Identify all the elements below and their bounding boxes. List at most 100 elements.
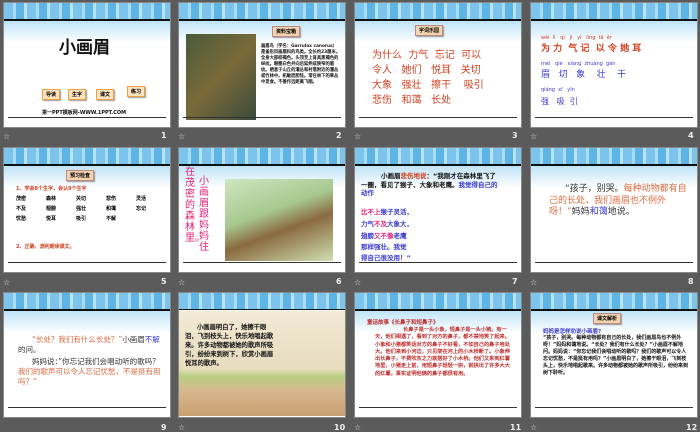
slide-thumbnail-10[interactable]: 小画眉明白了，她擦干眼泪，飞到枝头上，快乐地唱起歌来。许多动物都被她的歌声所吸引… <box>178 292 346 418</box>
slide-thumbnail-4[interactable]: wèi lì qì jì yǐ lìng tā ěr 为 力 气 记 以 令 她… <box>530 2 698 128</box>
word: 吸引 <box>76 216 87 222</box>
slide-thumbnail-12[interactable]: 课文解析 妈妈是怎样劝说小画眉? “孩子，别哭。每种动物都有自己的长处，我们画眉… <box>530 292 698 418</box>
slide-thumbnail-11[interactable]: 童话故事《长鼻子和短鼻子》 长鼻子是一头小象，短鼻子是一头小猪。有一天，他们相遇… <box>354 292 522 418</box>
text: 比不上 <box>361 208 381 216</box>
footer-line <box>359 262 517 263</box>
slide-header-band <box>4 148 170 164</box>
slide-tag: 字词乐园 <box>415 25 444 36</box>
slide-header-band <box>531 3 697 19</box>
text: 大象大， <box>387 220 413 228</box>
nav-button[interactable]: 生字 <box>68 89 87 100</box>
vertical-text: 在茂密的森林里。 <box>185 167 205 244</box>
word: 森林 <box>46 196 57 202</box>
slide-thumbnail-7[interactable]: 小画眉悲伤地说：“我刚才在森林里飞了一圈，看见了猴子、大象和老鹰。我觉得自己的动… <box>354 147 522 273</box>
paragraph: “孩子，别哭。每种动物都有自己的长处，我们画眉也不例外呀！”妈妈和蔼地说。 <box>549 184 689 219</box>
word: 灵活 <box>136 196 147 202</box>
slide-tag: 课文解析 <box>593 313 622 324</box>
slide-header-band <box>179 148 345 164</box>
slide-thumbnail-9[interactable]: “长处？我们有什么长处？”小画眉不解的问。 妈妈说：”你忘记我们会唱动听的歌吗？… <box>3 292 171 418</box>
slide-thumbnail-2[interactable]: 资料宝箱 画眉鸟（学名：Garrulax canorus）是雀形目画眉科的鸟类。… <box>178 2 346 128</box>
text: 翅膀 <box>361 232 374 240</box>
slide-thumbnail-3[interactable]: 字词乐园 为什么 力气 忘记 可以 令人 她们 悦耳 关切 大象 强壮 擦干 吸… <box>354 2 522 128</box>
word-grid: 茂密 森林 关切 悲伤 灵活 不及 翅膀 强壮 和蔼 忘记 忧愁 悦耳 吸引 不解 <box>16 195 166 222</box>
paragraph: 小画眉悲伤地说：“我刚才在森林里飞了一圈，看见了猴子、大象和老鹰。我觉得自己的动… <box>361 172 501 198</box>
slide-text: “孩子，别哭。每种动物都有自己的长处，我们画眉鸟也不例外呀！”妈妈和蔼地说。“长… <box>543 335 689 376</box>
slide-tag: 资料宝箱 <box>272 26 301 37</box>
text: 妈妈 <box>571 207 590 217</box>
slide-title: 小画眉 <box>59 38 110 58</box>
line: 翅膀又不像老鹰 <box>361 232 407 241</box>
slide-header-band <box>4 3 170 19</box>
slide-number: 8 <box>688 277 694 286</box>
word: 茂密 <box>16 196 27 202</box>
footer-line <box>535 117 693 118</box>
word: 忧愁 <box>16 216 27 222</box>
nav-button[interactable]: 练习 <box>127 86 146 97</box>
word-line: 大象 强壮 擦干 吸引 <box>372 80 484 91</box>
paragraph: “长处？我们有什么长处？”小画眉不解的问。 妈妈说：”你忘记我们会唱动听的歌吗？… <box>18 335 166 387</box>
slide-number: 2 <box>336 131 342 140</box>
slide-thumbnail-8[interactable]: “孩子，别哭。每种动物都有自己的长处，我们画眉也不例外呀！”妈妈和蔼地说。 <box>530 147 698 273</box>
slide-number: 4 <box>688 131 694 140</box>
hanzi-line: 眉 切 象 壮 干 <box>541 70 627 80</box>
slide-thumbnail-6[interactable]: 在茂密的森林里。 小画眉跟妈妈住 <box>178 147 346 273</box>
word: 翅膀 <box>46 206 57 212</box>
nav-button[interactable]: 课文 <box>96 89 115 100</box>
word: 和蔼 <box>106 206 117 212</box>
text: 地说。 <box>607 207 635 217</box>
slide-header-band <box>4 293 170 309</box>
nav-button[interactable]: 导读 <box>42 89 61 100</box>
hanzi-line: 强 吸 引 <box>541 97 578 106</box>
text: 小画眉 <box>381 172 401 180</box>
slide-tag: 预习检查 <box>66 170 95 181</box>
slide-text: 长鼻子是一头小象，短鼻子是一头小猪。有一天，他们相遇了，看到了对方的鼻子，都不禁… <box>375 327 510 377</box>
pinyin-line: qiáng xī yǐn <box>541 87 575 93</box>
star-icon[interactable]: ☆ <box>530 278 537 287</box>
footer-line <box>183 262 341 263</box>
footer-line <box>183 117 341 118</box>
star-icon[interactable]: ☆ <box>530 132 537 141</box>
slide-text: 画眉鸟（学名：Garrulax canorus）是雀形目画眉科的鸟类。全长约23… <box>261 44 341 85</box>
star-icon[interactable]: ☆ <box>354 132 361 141</box>
slide-text: 小画眉明白了，她擦干眼泪，飞到枝头上，快乐地唱起歌来。许多动物都被她的歌声所吸引… <box>185 324 274 367</box>
slide-number: 5 <box>161 277 167 286</box>
footer-line <box>535 407 693 408</box>
star-icon[interactable]: ☆ <box>178 132 185 141</box>
footer-line <box>359 407 517 408</box>
pinyin-line: wèi lì qì jì yǐ lìng tā ěr <box>541 35 612 41</box>
slide-header-band <box>355 3 521 19</box>
pinyin-line: méi qiè xiàng zhuàng gān <box>541 61 616 67</box>
text: “长处？我们有什么长处？” <box>32 335 123 344</box>
text: “孩子，别哭。 <box>565 184 624 194</box>
slide-thumbnail-1[interactable]: 小画眉 导读 生字 课文 练习 第一PPT模板网-WWW.1PPT.COM <box>3 2 171 128</box>
line: 比不上猴子灵活， <box>361 208 413 217</box>
footer-line <box>8 407 166 408</box>
birds-photo <box>225 179 333 261</box>
slide-number: 1 <box>161 131 167 140</box>
word: 悦耳 <box>46 216 57 222</box>
vertical-text: 小画眉跟妈妈住 <box>199 176 209 253</box>
slide-header-band <box>531 148 697 164</box>
question-2: 2、正确、流利朗读课文。 <box>16 244 75 250</box>
star-icon[interactable]: ☆ <box>3 278 10 287</box>
divider <box>179 309 345 310</box>
star-icon[interactable]: ☆ <box>3 132 10 141</box>
slide-header-band <box>179 3 345 19</box>
text: 悲伤地说 <box>400 172 427 180</box>
hanzi-line: 为 力 气 记 以 令 她 耳 <box>541 44 642 54</box>
text: 老鹰 <box>393 232 407 240</box>
slide-thumbnail-5[interactable]: 预习检查 1、学会8个生字，会认9个生字 茂密 森林 关切 悲伤 灵活 不及 翅膀 强壮 和蔼 忘… <box>3 147 171 273</box>
text: 小画眉 <box>122 335 145 344</box>
slide-number: 7 <box>512 277 518 286</box>
slide-number: 3 <box>512 131 518 140</box>
footer-line <box>8 262 166 263</box>
star-icon[interactable]: ☆ <box>178 278 185 287</box>
line: 那样强壮。我觉 <box>361 243 407 251</box>
footer-line <box>359 117 517 118</box>
question-1: 1、学会8个生字，会认9个生字 <box>16 186 87 192</box>
word: 强壮 <box>76 206 87 212</box>
star-icon[interactable]: ☆ <box>354 278 361 287</box>
slide-header-band <box>531 293 697 309</box>
text: 妈妈说：”你忘记我们会唱动听的歌吗？ <box>32 357 160 366</box>
slide-header-band <box>355 148 521 164</box>
